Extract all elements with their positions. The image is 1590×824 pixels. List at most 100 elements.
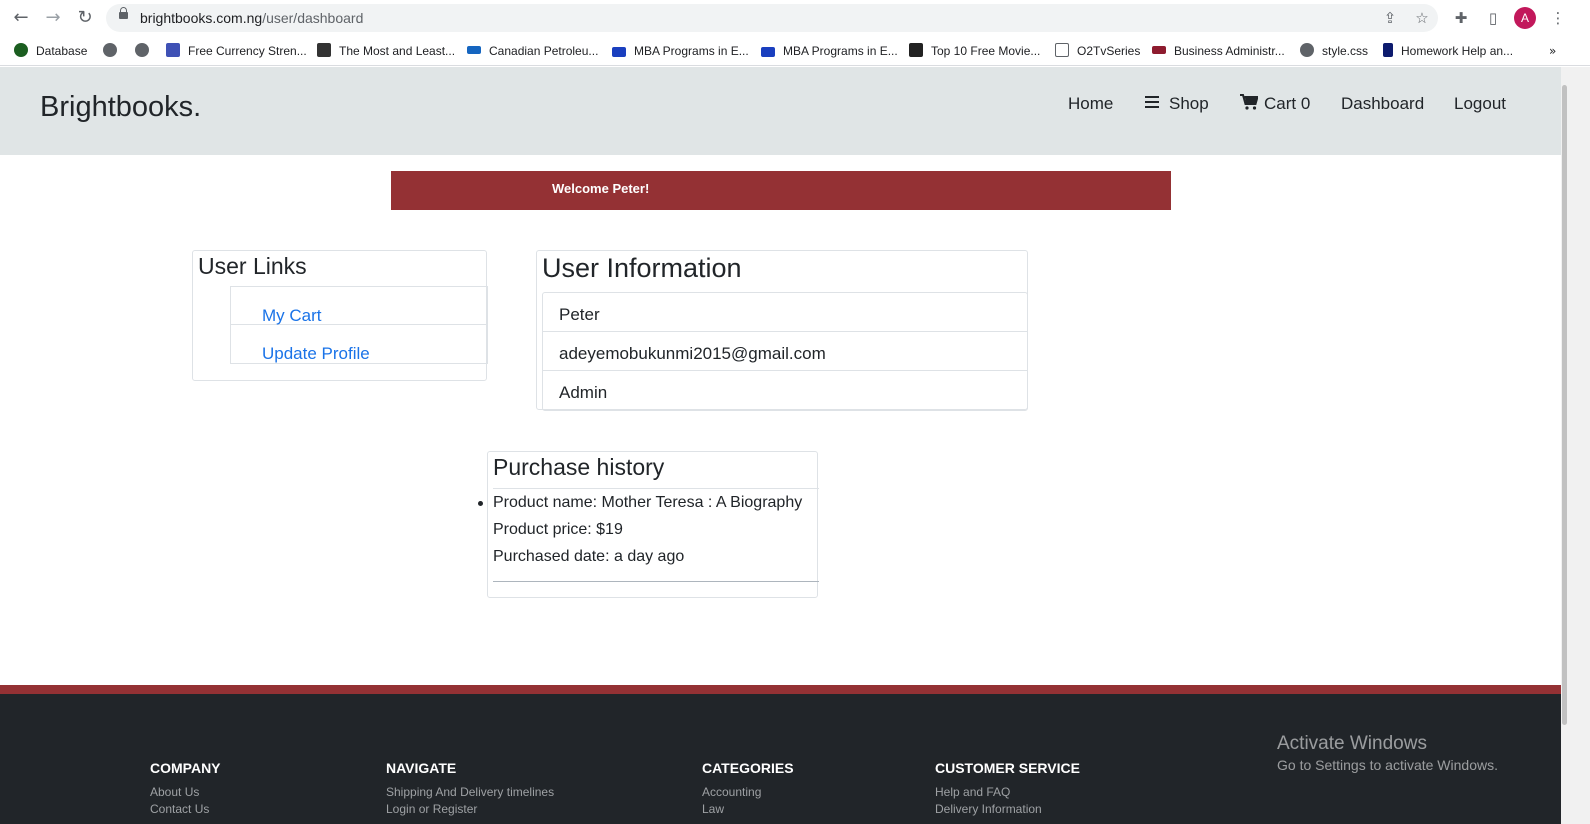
- bookmark-label: MBA Programs in E...: [783, 44, 898, 58]
- divider: [493, 488, 819, 489]
- footer-link[interactable]: Shipping And Delivery timelines: [386, 785, 554, 799]
- bookmark-item[interactable]: The Most and Least...: [317, 42, 455, 60]
- page-scrollbar[interactable]: [1561, 67, 1590, 824]
- bookmark-label: Homework Help an...: [1401, 44, 1514, 58]
- purchase-history-title: Purchase history: [493, 454, 665, 480]
- bookmark-label: Canadian Petroleu...: [489, 44, 599, 58]
- bookmark-item[interactable]: [135, 42, 157, 60]
- mba-icon: [761, 47, 775, 57]
- nav-dashboard[interactable]: Dashboard: [1341, 94, 1424, 114]
- user-links-list: My Cart Update Profile: [230, 286, 488, 364]
- bookmark-item[interactable]: Homework Help an...: [1383, 42, 1513, 60]
- product-name: Product name: Mother Teresa : A Biograph…: [478, 494, 803, 512]
- url-path: /user/dashboard: [262, 10, 364, 26]
- watermark-line2: Go to Settings to activate Windows.: [1277, 757, 1498, 773]
- site-header: Brightbooks. Home Shop Cart 0 Dashboard …: [0, 67, 1561, 155]
- profile-avatar[interactable]: A: [1514, 7, 1536, 29]
- product-price: Product price: $19: [493, 521, 623, 538]
- bookmark-item[interactable]: style.css: [1300, 42, 1368, 60]
- o2tv-icon: [1055, 43, 1069, 57]
- star-icon[interactable]: ☆: [1412, 8, 1432, 28]
- letter-b-icon: [1383, 43, 1393, 57]
- my-cart-link[interactable]: My Cart: [230, 286, 488, 325]
- chart-pulse-icon: [166, 43, 180, 57]
- bookmark-item[interactable]: Business Administr...: [1152, 42, 1285, 60]
- footer-link[interactable]: Accounting: [702, 785, 761, 799]
- browser-toolbar: ← → ↻ brightbooks.com.ng/user/dashboard …: [0, 0, 1590, 36]
- bookmark-item[interactable]: MBA Programs in E...: [761, 42, 898, 60]
- back-arrow-icon[interactable]: ←: [11, 8, 31, 28]
- footer-link[interactable]: Help and FAQ: [935, 785, 1010, 799]
- footer-navigate-heading: NAVIGATE: [386, 760, 457, 776]
- menu-icon: [1145, 96, 1159, 108]
- purchased-date: Purchased date: a day ago: [493, 548, 685, 565]
- clapper-icon: [909, 43, 923, 57]
- bookmark-label: The Most and Least...: [339, 44, 456, 58]
- bookmark-item[interactable]: Canadian Petroleu...: [467, 42, 598, 60]
- bookmark-item[interactable]: Free Currency Stren...: [166, 42, 307, 60]
- footer-link[interactable]: About Us: [150, 785, 199, 799]
- share-icon[interactable]: ⇪: [1380, 8, 1400, 28]
- flag-icon: [1152, 46, 1166, 54]
- nav-cart-label: Cart 0: [1264, 94, 1311, 113]
- fx-icon: [317, 43, 331, 57]
- url-text[interactable]: brightbooks.com.ng/user/dashboard: [140, 10, 363, 26]
- url-host: brightbooks.com.ng: [140, 10, 263, 26]
- user-info-card: User Information Peter adeyemobukunmi201…: [536, 250, 1028, 411]
- mba-icon: [612, 47, 626, 57]
- footer-link[interactable]: Law: [702, 802, 724, 816]
- update-profile-link[interactable]: Update Profile: [230, 325, 488, 364]
- bookmark-item[interactable]: [103, 42, 125, 60]
- user-role: Admin: [559, 383, 608, 402]
- nav-home[interactable]: Home: [1068, 94, 1113, 114]
- bookmark-label: Top 10 Free Movie...: [931, 44, 1041, 58]
- list-bullet: [478, 501, 483, 506]
- bookmark-label: MBA Programs in E...: [634, 44, 749, 58]
- user-info-title: User Information: [542, 253, 742, 283]
- address-bar[interactable]: brightbooks.com.ng/user/dashboard ⇪ ☆: [106, 4, 1438, 32]
- cart-icon: [1240, 94, 1258, 110]
- mongodb-leaf-icon: [14, 43, 28, 57]
- lock-icon: [119, 7, 128, 19]
- globe-icon: [103, 43, 117, 57]
- footer-link[interactable]: Contact Us: [150, 802, 209, 816]
- divider: [493, 581, 819, 582]
- windows-activation-watermark: Activate Windows Go to Settings to activ…: [1277, 733, 1498, 773]
- footer-customer-service-heading: CUSTOMER SERVICE: [935, 760, 1080, 776]
- nav-cart[interactable]: Cart 0: [1240, 94, 1310, 114]
- wave-logo-icon: [467, 46, 481, 54]
- nav-logout[interactable]: Logout: [1454, 94, 1506, 114]
- bookmark-label: Business Administr...: [1174, 44, 1285, 58]
- footer-categories-heading: CATEGORIES: [702, 760, 794, 776]
- brand-logo[interactable]: Brightbooks.: [40, 91, 201, 124]
- welcome-banner: Welcome Peter!: [391, 171, 1171, 210]
- footer-accent-bar: [0, 685, 1561, 694]
- nav-shop-label: Shop: [1169, 94, 1209, 113]
- more-bookmarks-icon[interactable]: »: [1549, 42, 1556, 60]
- user-links-title: User Links: [198, 253, 307, 279]
- bookmark-item[interactable]: Database: [14, 42, 87, 60]
- bookmark-label: Free Currency Stren...: [188, 44, 307, 58]
- bookmark-label: O2TvSeries: [1077, 44, 1141, 58]
- bookmarks-bar: Database Free Currency Stren... The Most…: [0, 36, 1590, 66]
- bookmark-label: Database: [36, 44, 88, 58]
- footer-link[interactable]: Delivery Information: [935, 802, 1042, 816]
- bookmark-item[interactable]: O2TvSeries: [1055, 42, 1140, 60]
- forward-arrow-icon[interactable]: →: [43, 8, 63, 28]
- footer-company-heading: COMPANY: [150, 760, 221, 776]
- watermark-line1: Activate Windows: [1277, 733, 1427, 754]
- nav-shop[interactable]: Shop: [1145, 94, 1209, 114]
- bookmark-label: style.css: [1322, 44, 1369, 58]
- user-info-list: Peter adeyemobukunmi2015@gmail.com Admin: [542, 292, 1028, 411]
- kebab-menu-icon[interactable]: ⋮: [1548, 8, 1568, 28]
- purchase-history-card: Purchase history Product name: Mother Te…: [478, 451, 819, 598]
- product-name-text: Product name: Mother Teresa : A Biograph…: [493, 494, 803, 511]
- reload-icon[interactable]: ↻: [75, 8, 95, 28]
- scrollbar-thumb[interactable]: [1562, 85, 1567, 725]
- bookmark-item[interactable]: Top 10 Free Movie...: [909, 42, 1040, 60]
- footer-link[interactable]: Login or Register: [386, 802, 477, 816]
- user-email: adeyemobukunmi2015@gmail.com: [543, 332, 1027, 371]
- bookmark-item[interactable]: MBA Programs in E...: [612, 42, 749, 60]
- extensions-puzzle-icon[interactable]: ✚: [1451, 8, 1471, 28]
- side-panel-icon[interactable]: ▯: [1483, 8, 1503, 28]
